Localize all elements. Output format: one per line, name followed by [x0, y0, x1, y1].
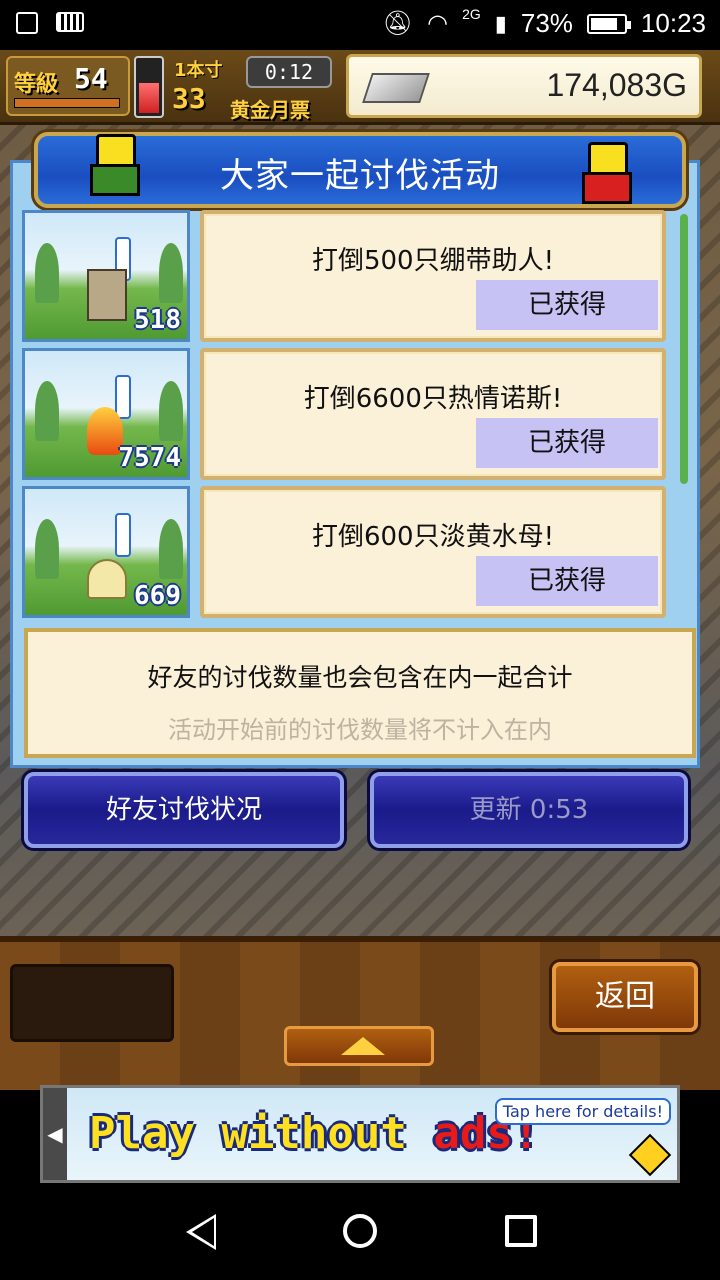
- mute-icon: 🔕︎: [382, 10, 414, 37]
- ad-mascot-icon: [628, 1133, 672, 1177]
- nav-recents-icon[interactable]: [505, 1215, 537, 1247]
- ticket-timer: 0:12: [246, 56, 332, 88]
- friend-status-button[interactable]: 好友讨伐状况: [24, 772, 344, 848]
- level-value: 54: [74, 62, 108, 95]
- ad-headline: Play without ads!: [89, 1108, 539, 1159]
- mission-status: 已获得: [476, 280, 658, 330]
- mission-card: 打倒6600只热情诺斯! 已获得: [200, 348, 666, 480]
- mission-status: 已获得: [476, 418, 658, 468]
- expand-menu-button[interactable]: [284, 1026, 434, 1066]
- ad-banner[interactable]: ◀ Play without ads! Tap here for details…: [40, 1085, 680, 1183]
- ticket-count: 33: [172, 82, 206, 115]
- mission-thumbnail: 518: [22, 210, 190, 342]
- mission-status: 已获得: [476, 556, 658, 606]
- mission-row: 7574 打倒6600只热情诺斯! 已获得: [22, 348, 672, 480]
- mission-thumbnail: 669: [22, 486, 190, 618]
- signal-icon: ▮: [494, 10, 507, 36]
- level-label: 等級: [14, 72, 59, 97]
- refresh-button[interactable]: 更新 0:53: [370, 772, 688, 848]
- mission-card: 打倒500只绷带助人! 已获得: [200, 210, 666, 342]
- android-navbar: [0, 1184, 720, 1280]
- ticket-label: 黄金月票: [230, 98, 310, 122]
- mission-row: 518 打倒500只绷带助人! 已获得: [22, 210, 672, 342]
- up-arrow-icon: [341, 1037, 385, 1055]
- gold-display: 174,083G: [346, 54, 702, 118]
- mission-goal: 打倒600只淡黄水母!: [311, 522, 555, 552]
- image-notification-icon: [16, 12, 38, 34]
- gold-value: 174,083G: [546, 67, 687, 103]
- status-bar: 🔕︎ ◠ 2G ▮ 73% 10:23: [0, 0, 720, 50]
- info-note: 好友的讨伐数量也会包含在内一起合计 活动开始前的讨伐数量将不计入在内: [24, 628, 696, 758]
- mission-row: 669 打倒600只淡黄水母! 已获得: [22, 486, 672, 618]
- nav-back-icon[interactable]: [186, 1214, 216, 1250]
- ticket-icon: 1本寸: [174, 60, 223, 81]
- ad-tap-bubble[interactable]: Tap here for details!: [494, 1098, 671, 1125]
- note-line-2: 活动开始前的讨伐数量将不计入在内: [168, 716, 552, 744]
- keyboard-notification-icon: [56, 12, 84, 32]
- mission-goal: 打倒6600只热情诺斯!: [303, 384, 563, 414]
- stamina-meter: [134, 56, 164, 118]
- ad-text-main: Play without: [89, 1108, 434, 1159]
- wifi-icon: ◠: [427, 10, 449, 37]
- bottom-panel: 返回: [0, 936, 720, 1090]
- level-badge: 等級 54: [6, 56, 130, 116]
- kill-count: 7574: [118, 443, 181, 473]
- mission-list[interactable]: 518 打倒500只绷带助人! 已获得 7574 打倒6600只热情诺斯! 已获…: [22, 210, 672, 620]
- mission-thumbnail: 7574: [22, 348, 190, 480]
- back-button[interactable]: 返回: [552, 962, 698, 1032]
- jellyfish-monster-icon: [87, 559, 127, 599]
- gold-bar-icon: [362, 73, 430, 103]
- empty-slot: [10, 964, 174, 1042]
- note-line-1: 好友的讨伐数量也会包含在内一起合计: [147, 663, 573, 692]
- battery-icon: [586, 13, 631, 34]
- mission-goal: 打倒500只绷带助人!: [311, 246, 555, 276]
- bandage-monster-icon: [87, 269, 127, 321]
- kill-count: 518: [134, 305, 181, 335]
- nav-home-icon[interactable]: [343, 1214, 377, 1248]
- exclamation-icon: [115, 375, 131, 419]
- battery-percent: 73%: [520, 8, 573, 38]
- mascot-left-icon: [82, 124, 142, 196]
- top-hud: 等級 54 1本寸 0:12 33 黄金月票 174,083G: [0, 50, 720, 125]
- ticket-panel: 1本寸 0:12 33 黄金月票: [168, 54, 338, 122]
- mission-card: 打倒600只淡黄水母! 已获得: [200, 486, 666, 618]
- network-type: 2G: [462, 5, 481, 22]
- ad-prev-icon[interactable]: ◀: [43, 1088, 67, 1180]
- clock: 10:23: [640, 8, 706, 38]
- list-scrollbar[interactable]: [680, 214, 688, 484]
- exp-bar: [14, 98, 120, 108]
- exclamation-icon: [115, 513, 131, 557]
- mascot-right-icon: [574, 132, 634, 204]
- kill-count: 669: [134, 581, 181, 611]
